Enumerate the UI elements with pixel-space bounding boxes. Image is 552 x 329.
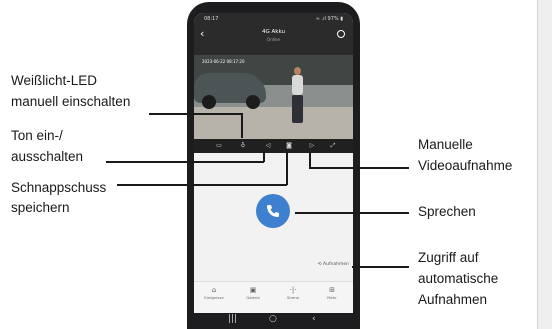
bulb-icon[interactable]: ♁ [239, 142, 247, 150]
nav-sirene[interactable]: ·|· Sirene [279, 285, 307, 301]
video-timestamp: 2023-06-22 08:17:20 [202, 59, 245, 64]
back-nav-icon[interactable]: ‹ [312, 314, 316, 324]
talk-button[interactable] [256, 194, 290, 228]
video-wheel [202, 95, 216, 109]
label-snapshot-line2: speichern [11, 200, 70, 215]
app-screen: 08:17 ≈ .ıl 97% ▮ ‹ 4G Akku Online 2023-… [194, 13, 353, 313]
android-nav-bar: ||| ○ ‹ [194, 313, 353, 329]
label-ton-line1: Ton ein-/ [11, 128, 63, 143]
recent-apps-icon[interactable]: ||| [228, 314, 237, 324]
nav-label: Mehr [327, 295, 337, 300]
leader-line-snapshot [286, 152, 288, 185]
quality-icon[interactable]: ▭ [215, 142, 223, 150]
leader-line-sprechen [295, 212, 409, 214]
label-ton-line2: ausschalten [11, 149, 84, 164]
gallery-icon: ▣ [249, 286, 257, 294]
video-person [292, 75, 303, 95]
leader-line-led [241, 113, 243, 138]
device-title: 4G Akku [262, 29, 285, 35]
leader-line-ton [263, 152, 265, 162]
nav-label: Galerie [246, 295, 260, 300]
label-led-line1: Weißlicht-LED [11, 73, 98, 88]
speaker-icon[interactable]: ◁ [264, 142, 272, 150]
label-zugriff-line2: automatische [418, 271, 499, 286]
video-person [292, 95, 303, 123]
video-controls: ▭ ♁ ◁ ◙ ▷ ⤢ [194, 139, 353, 153]
app-header: 08:17 ≈ .ıl 97% ▮ ‹ 4G Akku Online [194, 13, 353, 55]
bottom-nav: ⌂ Ereignisse ▣ Galerie ·|· Sirene ⊞ Mehr [194, 281, 353, 313]
leader-line-video [309, 167, 409, 169]
label-video-line2: Videoaufnahme [418, 158, 513, 173]
events-icon: ⌂ [211, 286, 217, 294]
camera-icon[interactable]: ◙ [285, 142, 293, 150]
label-snapshot-line1: Schnappschuss [11, 180, 107, 195]
status-time: 08:17 [204, 16, 219, 22]
recordings-button[interactable]: ⟲ Aufnahmen [318, 262, 349, 267]
settings-icon[interactable] [337, 30, 345, 38]
leader-line-ton [106, 161, 264, 163]
page-right-edge [537, 0, 552, 329]
recordings-label: Aufnahmen [323, 262, 349, 267]
fullscreen-icon[interactable]: ⤢ [329, 142, 337, 150]
video-road [194, 107, 353, 139]
nav-ereignisse[interactable]: ⌂ Ereignisse [200, 285, 228, 301]
nav-mehr[interactable]: ⊞ Mehr [318, 285, 346, 301]
leader-line-zugriff [352, 266, 409, 268]
leader-line-snapshot [117, 184, 287, 186]
more-icon: ⊞ [329, 286, 335, 294]
siren-icon: ·|· [289, 286, 297, 294]
label-zugriff-line1: Zugriff auf [418, 250, 479, 265]
label-zugriff-line3: Aufnahmen [418, 292, 488, 307]
nav-label: Sirene [286, 295, 300, 300]
nav-galerie[interactable]: ▣ Galerie [239, 285, 267, 301]
video-wheel [246, 95, 260, 109]
device-status: Online [267, 37, 280, 42]
phone-icon [267, 205, 279, 217]
label-sprechen: Sprechen [418, 204, 476, 219]
status-battery: ≈ .ıl 97% ▮ [315, 16, 343, 22]
label-video-line1: Manuelle [418, 137, 473, 152]
nav-label: Ereignisse [204, 295, 224, 300]
home-icon[interactable]: ○ [269, 314, 277, 324]
leader-line-video [309, 152, 311, 168]
video-person [294, 67, 301, 75]
video-record-icon[interactable]: ▷ [308, 142, 316, 150]
live-video[interactable]: 2023-06-22 08:17:20 [194, 55, 353, 139]
leader-line-led [149, 113, 242, 115]
label-led-line2: manuell einschalten [11, 94, 131, 109]
